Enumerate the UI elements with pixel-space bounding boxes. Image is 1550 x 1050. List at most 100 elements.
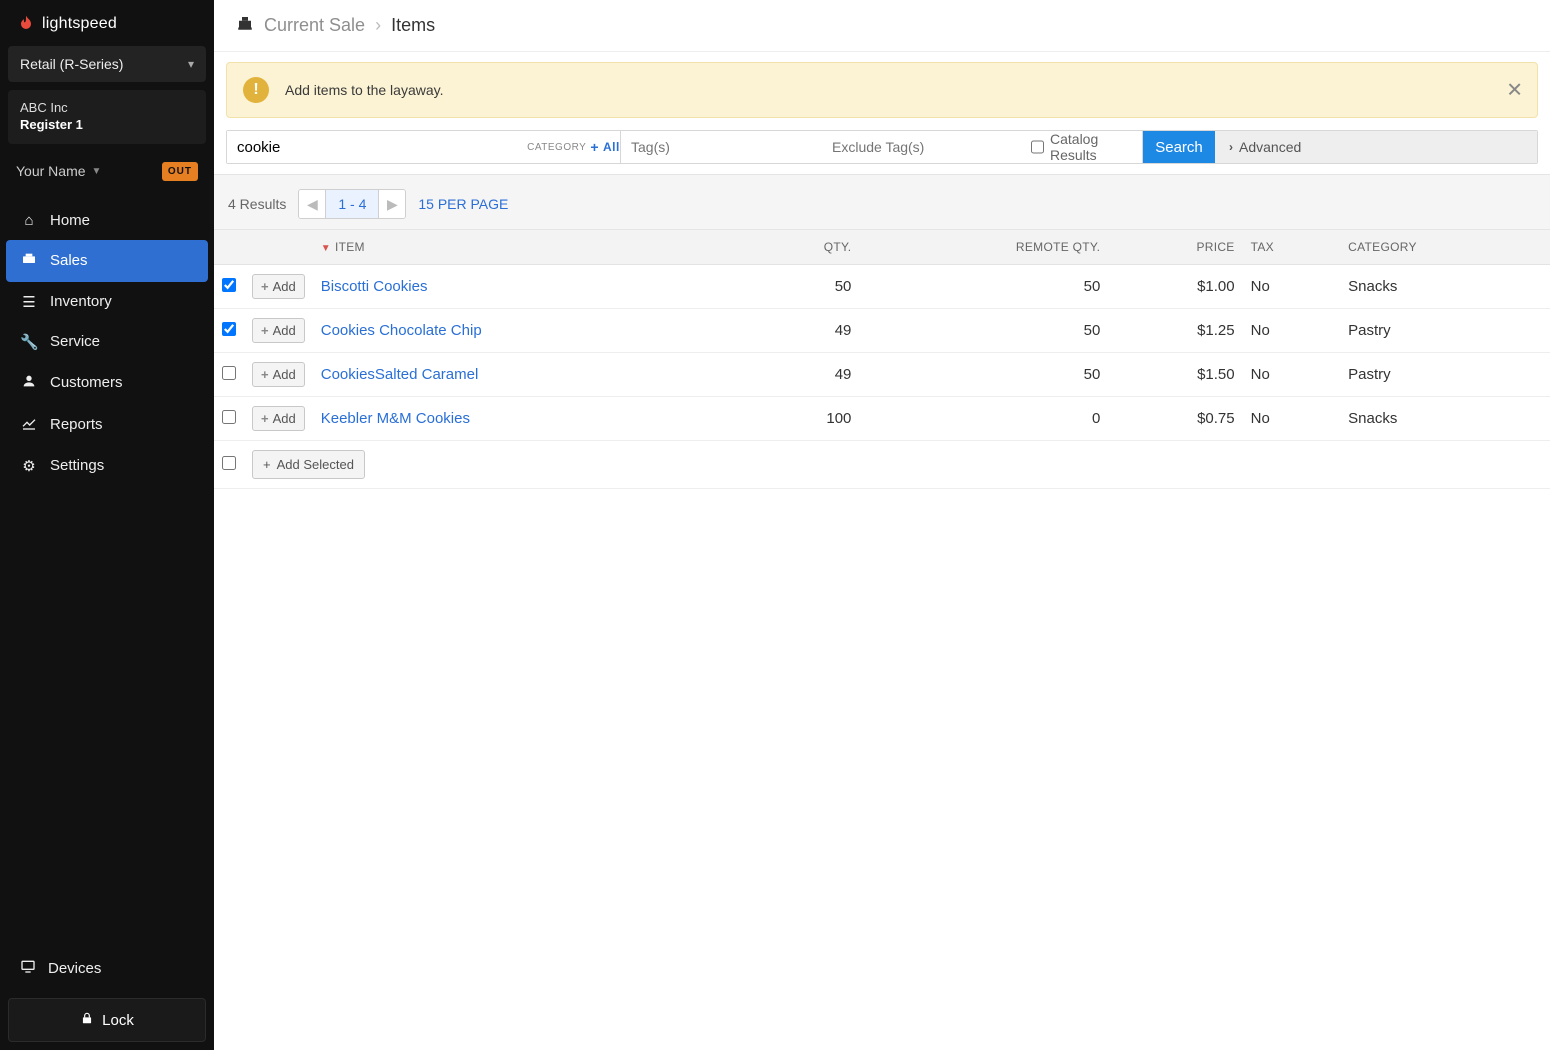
select-all-checkbox[interactable] — [222, 456, 236, 470]
nav-devices[interactable]: Devices — [0, 946, 214, 990]
cell-tax: No — [1243, 309, 1341, 353]
close-icon[interactable]: ✕ — [1506, 78, 1523, 103]
catalog-results-toggle[interactable]: Catalog Results — [1023, 131, 1143, 163]
row-checkbox[interactable] — [222, 322, 236, 336]
service-icon: 🔧 — [20, 333, 38, 351]
register-icon — [236, 14, 254, 37]
plus-icon: + — [261, 279, 269, 294]
nav-label: Settings — [50, 457, 104, 474]
main-content: Current Sale › Items ! Add items to the … — [214, 0, 1550, 1050]
sidebar: lightspeed Retail (R-Series) ▾ ABC Inc R… — [0, 0, 214, 1050]
chevron-down-icon: ▼ — [92, 166, 102, 177]
cell-qty: 100 — [751, 397, 859, 441]
cell-price: $0.75 — [1108, 397, 1242, 441]
devices-icon — [20, 958, 36, 978]
breadcrumb-current: Items — [391, 15, 435, 36]
plus-icon: + — [590, 139, 599, 155]
cell-price: $1.50 — [1108, 353, 1242, 397]
breadcrumb: Current Sale › Items — [214, 0, 1550, 52]
add-selected-label: Add Selected — [277, 457, 354, 472]
user-row: Your Name ▼ OUT — [0, 156, 214, 195]
catalog-checkbox[interactable] — [1031, 140, 1044, 154]
category-label: CATEGORY — [527, 142, 586, 153]
col-checkbox — [214, 230, 244, 265]
item-link[interactable]: CookiesSalted Caramel — [321, 366, 479, 383]
item-link[interactable]: Cookies Chocolate Chip — [321, 322, 482, 339]
user-name-label: Your Name — [16, 163, 86, 179]
add-label: Add — [273, 411, 296, 426]
cell-price: $1.00 — [1108, 265, 1242, 309]
col-qty[interactable]: QTY. — [751, 230, 859, 265]
category-all: All — [603, 140, 620, 154]
series-selector[interactable]: Retail (R-Series) ▾ — [8, 46, 206, 82]
cell-tax: No — [1243, 353, 1341, 397]
catalog-label: Catalog Results — [1050, 131, 1134, 163]
cell-tax: No — [1243, 265, 1341, 309]
col-category[interactable]: CATEGORY — [1340, 230, 1550, 265]
plus-icon: + — [261, 411, 269, 426]
advanced-label: Advanced — [1239, 139, 1301, 155]
item-link[interactable]: Keebler M&M Cookies — [321, 410, 470, 427]
table-row: +AddCookies Chocolate Chip4950$1.25NoPas… — [214, 309, 1550, 353]
nav-label: Sales — [50, 252, 88, 269]
chevron-right-icon: › — [375, 15, 381, 36]
add-button[interactable]: + Add — [252, 406, 305, 431]
info-banner: ! Add items to the layaway. ✕ — [226, 62, 1538, 118]
col-remote-qty[interactable]: REMOTE QTY. — [859, 230, 1108, 265]
col-tax[interactable]: TAX — [1243, 230, 1341, 265]
cell-category: Snacks — [1340, 265, 1550, 309]
cell-category: Snacks — [1340, 397, 1550, 441]
nav-home[interactable]: ⌂ Home — [0, 201, 214, 240]
plus-icon: + — [263, 457, 271, 472]
nav-inventory[interactable]: ☰ Inventory — [0, 282, 214, 322]
nav-reports[interactable]: Reports — [0, 404, 214, 446]
chevron-down-icon: ▾ — [188, 57, 194, 71]
search-button[interactable]: Search — [1143, 131, 1215, 163]
nav-service[interactable]: 🔧 Service — [0, 322, 214, 362]
pager-next[interactable]: ▶ — [379, 190, 405, 218]
per-page-selector[interactable]: 15 PER PAGE — [418, 196, 508, 212]
company-name: ABC Inc — [20, 100, 194, 117]
row-checkbox[interactable] — [222, 366, 236, 380]
pager-prev[interactable]: ◀ — [299, 190, 325, 218]
nav-sales[interactable]: Sales — [6, 240, 208, 282]
exclude-tags-input[interactable] — [822, 131, 1023, 163]
results-toolbar: 4 Results ◀ 1 - 4 ▶ 15 PER PAGE — [214, 174, 1550, 230]
advanced-toggle[interactable]: › Advanced — [1215, 131, 1537, 163]
col-item[interactable]: ▼ITEM — [313, 230, 751, 265]
flame-icon — [16, 14, 36, 34]
row-checkbox[interactable] — [222, 278, 236, 292]
add-button[interactable]: +Add — [252, 274, 305, 299]
cell-qty: 50 — [751, 265, 859, 309]
cell-remote-qty: 0 — [859, 397, 1108, 441]
lock-button[interactable]: Lock — [8, 998, 206, 1042]
cell-price: $1.25 — [1108, 309, 1242, 353]
table-row: +AddBiscotti Cookies5050$1.00NoSnacks — [214, 265, 1550, 309]
sales-icon — [20, 251, 38, 271]
store-block[interactable]: ABC Inc Register 1 — [8, 90, 206, 144]
pager-range[interactable]: 1 - 4 — [325, 190, 379, 218]
out-badge[interactable]: OUT — [162, 162, 198, 181]
category-filter[interactable]: CATEGORY + All — [527, 131, 621, 163]
cell-remote-qty: 50 — [859, 353, 1108, 397]
add-button[interactable]: + Add — [252, 362, 305, 387]
col-price[interactable]: PRICE — [1108, 230, 1242, 265]
tags-input[interactable] — [621, 131, 822, 163]
search-input[interactable] — [227, 131, 527, 163]
main-nav: ⌂ Home Sales ☰ Inventory 🔧 Service Custo… — [0, 201, 214, 486]
plus-icon: + — [261, 367, 269, 382]
row-checkbox[interactable] — [222, 410, 236, 424]
item-link[interactable]: Biscotti Cookies — [321, 278, 428, 295]
user-menu[interactable]: Your Name ▼ — [16, 163, 101, 179]
breadcrumb-parent[interactable]: Current Sale — [264, 15, 365, 36]
settings-icon: ⚙ — [20, 457, 38, 475]
col-add — [244, 230, 313, 265]
reports-icon — [20, 415, 38, 435]
brand-name: lightspeed — [42, 15, 117, 33]
add-label: Add — [273, 367, 296, 382]
plus-icon: + — [261, 323, 269, 338]
nav-customers[interactable]: Customers — [0, 362, 214, 404]
nav-settings[interactable]: ⚙ Settings — [0, 446, 214, 486]
add-selected-button[interactable]: + Add Selected — [252, 450, 365, 479]
add-button[interactable]: +Add — [252, 318, 305, 343]
